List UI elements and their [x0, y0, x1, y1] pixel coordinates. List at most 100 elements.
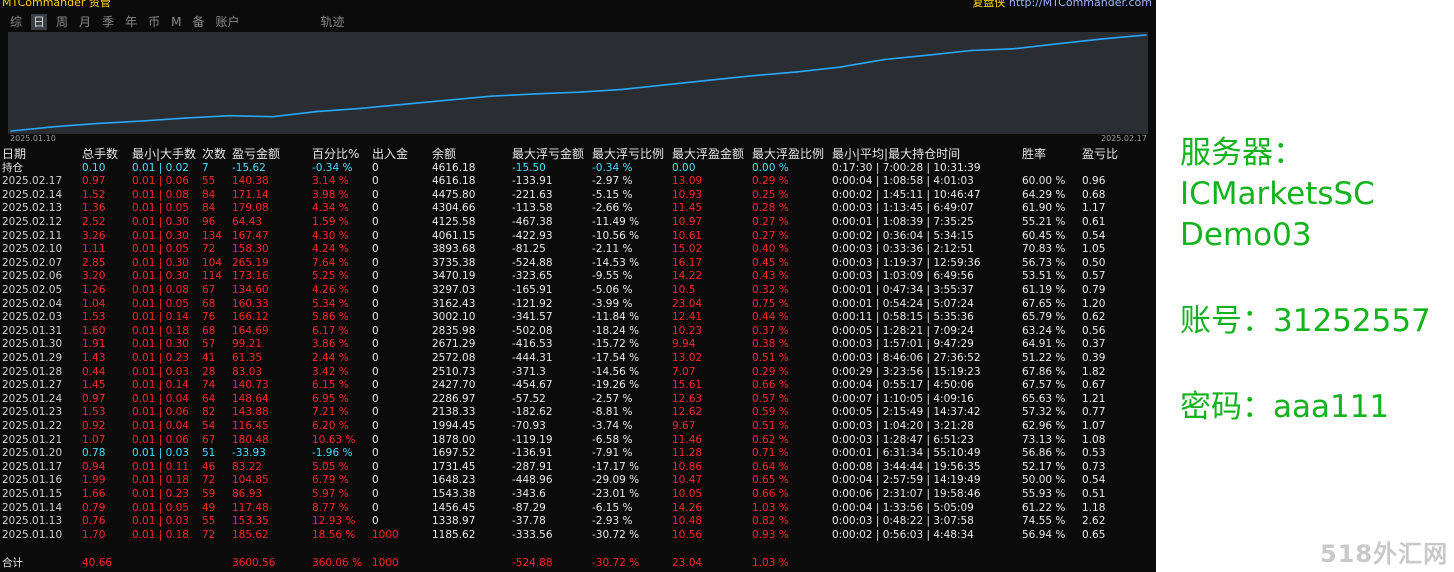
equity-point-2 — [97, 122, 100, 125]
table-cell: 10.61 — [672, 229, 703, 242]
column-header: 百分比% — [312, 147, 360, 161]
table-cell: 0.62 — [1082, 311, 1106, 324]
table-cell: 0 — [372, 175, 379, 188]
table-cell: 3893.68 — [432, 243, 476, 256]
table-cell: 23.04 — [672, 297, 703, 310]
table-cell: 0.44 % — [752, 311, 789, 324]
table-cell: 1.11 — [82, 243, 106, 256]
table-cell: 0.01 | 0.03 — [132, 447, 189, 460]
table-cell: 0.76 — [82, 515, 106, 528]
table-cell: 0.01 | 0.18 — [132, 324, 189, 337]
table-cell: -182.62 — [512, 406, 553, 419]
tab-9[interactable]: 账户 — [213, 14, 241, 30]
table-cell: 10.86 — [672, 460, 703, 473]
table-cell: 0.37 — [1082, 338, 1106, 351]
table-cell: 0:00:08 | 3:44:44 | 19:56:35 — [832, 460, 981, 473]
table-cell: -87.29 — [512, 501, 546, 514]
table-cell: 3470.19 — [432, 270, 476, 283]
table-cell: 164.69 — [232, 324, 269, 337]
tab-7[interactable]: M — [169, 14, 183, 30]
table-cell: 0 — [372, 256, 379, 269]
tab-10[interactable]: 轨迹 — [319, 14, 347, 30]
table-cell: 0:00:01 | 0:54:24 | 5:07:24 — [832, 297, 974, 310]
tab-4[interactable]: 季 — [100, 14, 116, 30]
table-cell: 0.66 % — [752, 488, 789, 500]
tab-8[interactable]: 备 — [190, 14, 206, 30]
table-cell: 0 — [372, 488, 379, 500]
table-cell: 74.55 % — [1022, 515, 1066, 528]
table-cell: -37.78 — [512, 515, 546, 528]
table-cell: -287.91 — [512, 460, 553, 473]
table-cell: 2025.01.24 — [2, 392, 63, 405]
table-cell: 0:00:03 | 1:57:01 | 9:47:29 — [832, 338, 974, 351]
table-cell: 2025.01.29 — [2, 352, 63, 364]
table-cell: 0.38 % — [752, 338, 789, 351]
server-suffix: Demo03 — [1180, 217, 1312, 253]
equity-point-11 — [490, 95, 493, 97]
table-cell: 4.30 % — [312, 229, 349, 242]
equity-point-22 — [970, 49, 973, 52]
table-cell: 0.71 % — [752, 447, 789, 460]
table-cell: 3735.38 — [432, 256, 476, 269]
table-cell: 0.27 % — [752, 229, 789, 242]
table-cell: 67 — [202, 433, 216, 446]
table-cell: 82 — [202, 406, 216, 419]
equity-point-5 — [228, 114, 231, 117]
table-cell: 0:00:03 | 1:03:09 | 6:49:56 — [832, 270, 974, 283]
table-cell: -416.53 — [512, 338, 553, 351]
site-url[interactable]: http://MTCommander.com — [1009, 0, 1152, 9]
table-cell: 0.92 — [82, 420, 106, 432]
tab-2[interactable]: 周 — [54, 14, 70, 30]
table-cell: 5.05 % — [312, 460, 349, 473]
table-cell: 0.01 | 0.05 — [132, 202, 189, 215]
table-cell: 1.26 — [82, 284, 106, 296]
table-row: 2025.01.10 1.70 0.01 | 0.18 72 185.62 18.56 %… — [0, 529, 1156, 543]
table-cell: 0:00:07 | 1:10:05 | 4:09:16 — [832, 392, 974, 405]
report-panel: MTCommander 资管 复盘侠 http://MTCommander.co… — [0, 0, 1156, 572]
table-cell: -10.56 % — [592, 229, 640, 242]
tab-3[interactable]: 月 — [77, 14, 93, 30]
table-cell: 0.93 % — [752, 528, 789, 541]
total-cell: 3600.56 — [232, 557, 276, 569]
equity-point-0 — [10, 130, 12, 132]
table-cell: 0.01 | 0.30 — [132, 338, 189, 351]
table-cell: 1697.52 — [432, 447, 476, 460]
table-cell: -323.65 — [512, 270, 553, 283]
table-cell: 2025.01.22 — [2, 420, 63, 432]
equity-point-12 — [534, 93, 536, 95]
equity-point-19 — [839, 66, 842, 68]
table-row: 2025.01.20 0.78 0.01 | 0.03 51 -33.93 -1.96 %… — [0, 447, 1156, 461]
table-cell: 0.45 % — [752, 256, 789, 269]
table-cell: 61.19 % — [1022, 284, 1066, 296]
table-cell: 0.28 % — [752, 202, 789, 215]
chart-start-date: 2025.01.10 — [10, 134, 56, 143]
table-cell: -8.81 % — [592, 406, 633, 419]
table-cell: 1.04 — [82, 297, 106, 310]
site-link[interactable]: 复盘侠 http://MTCommander.com — [972, 0, 1152, 10]
table-cell: 4304.66 — [432, 202, 476, 215]
table-cell: 0.64 % — [752, 460, 789, 473]
table-cell: -136.91 — [512, 447, 553, 460]
table-cell: 179.08 — [232, 202, 269, 215]
table-cell: 74 — [202, 379, 216, 392]
watermark: 518外汇网 — [1320, 540, 1449, 568]
equity-point-24 — [1057, 42, 1060, 45]
tab-1[interactable]: 日 — [31, 14, 48, 30]
brand-label: MTCommander 资管 — [2, 0, 111, 9]
equity-point-21 — [926, 54, 929, 56]
table-row: 2025.02.13 1.36 0.01 | 0.05 84 179.08 4.34 % 0… — [0, 202, 1156, 216]
table-cell: 0:00:04 | 0:55:17 | 4:50:06 — [832, 379, 974, 392]
table-row: 2025.01.29 1.43 0.01 | 0.23 41 61.35 2.44 % 0 2… — [0, 352, 1156, 366]
tab-6[interactable]: 币 — [146, 14, 162, 30]
table-cell: 10.97 — [672, 216, 703, 228]
table-cell: -3.74 % — [592, 420, 633, 432]
total-cell: 40.66 — [82, 557, 113, 569]
table-cell: 67.65 % — [1022, 297, 1066, 310]
table-row: 2025.02.06 3.20 0.01 | 0.30 114 173.16 5.25 %… — [0, 270, 1156, 284]
equity-point-18 — [796, 71, 798, 73]
table-row: 2025.01.22 0.92 0.01 | 0.04 54 116.45 6.20 % 0… — [0, 420, 1156, 434]
tab-5[interactable]: 年 — [123, 14, 139, 30]
tab-0[interactable]: 综 — [8, 14, 24, 30]
table-cell: 0:00:11 | 0:58:15 | 5:35:36 — [832, 311, 974, 324]
table-cell: 1731.45 — [432, 460, 476, 473]
